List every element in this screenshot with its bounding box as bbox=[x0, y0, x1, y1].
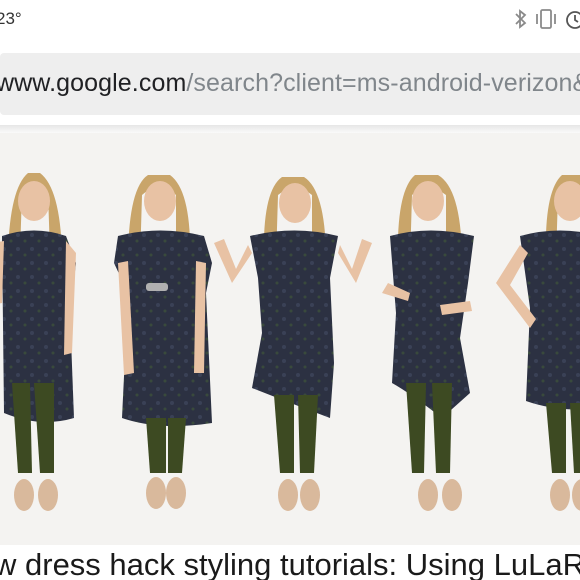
alarm-icon bbox=[564, 8, 580, 30]
status-bar: 23° bbox=[0, 0, 580, 40]
status-icons bbox=[514, 8, 580, 30]
fashion-photo bbox=[0, 133, 580, 548]
image-caption[interactable]: w dress hack styling tutorials: Using Lu… bbox=[0, 547, 580, 580]
bluetooth-icon bbox=[514, 8, 528, 30]
url-text[interactable]: www.google.com/search?client=ms-android-… bbox=[0, 69, 580, 98]
url-host: www.google.com bbox=[0, 69, 187, 97]
image-caption-bar[interactable]: w dress hack styling tutorials: Using Lu… bbox=[0, 545, 580, 580]
url-path: /search?client=ms-android-verizon& bbox=[186, 69, 580, 97]
status-time: 23° bbox=[0, 9, 22, 28]
vibrate-icon bbox=[534, 8, 558, 30]
search-result-image[interactable] bbox=[0, 133, 580, 548]
address-bar[interactable]: www.google.com/search?client=ms-android-… bbox=[0, 53, 580, 115]
